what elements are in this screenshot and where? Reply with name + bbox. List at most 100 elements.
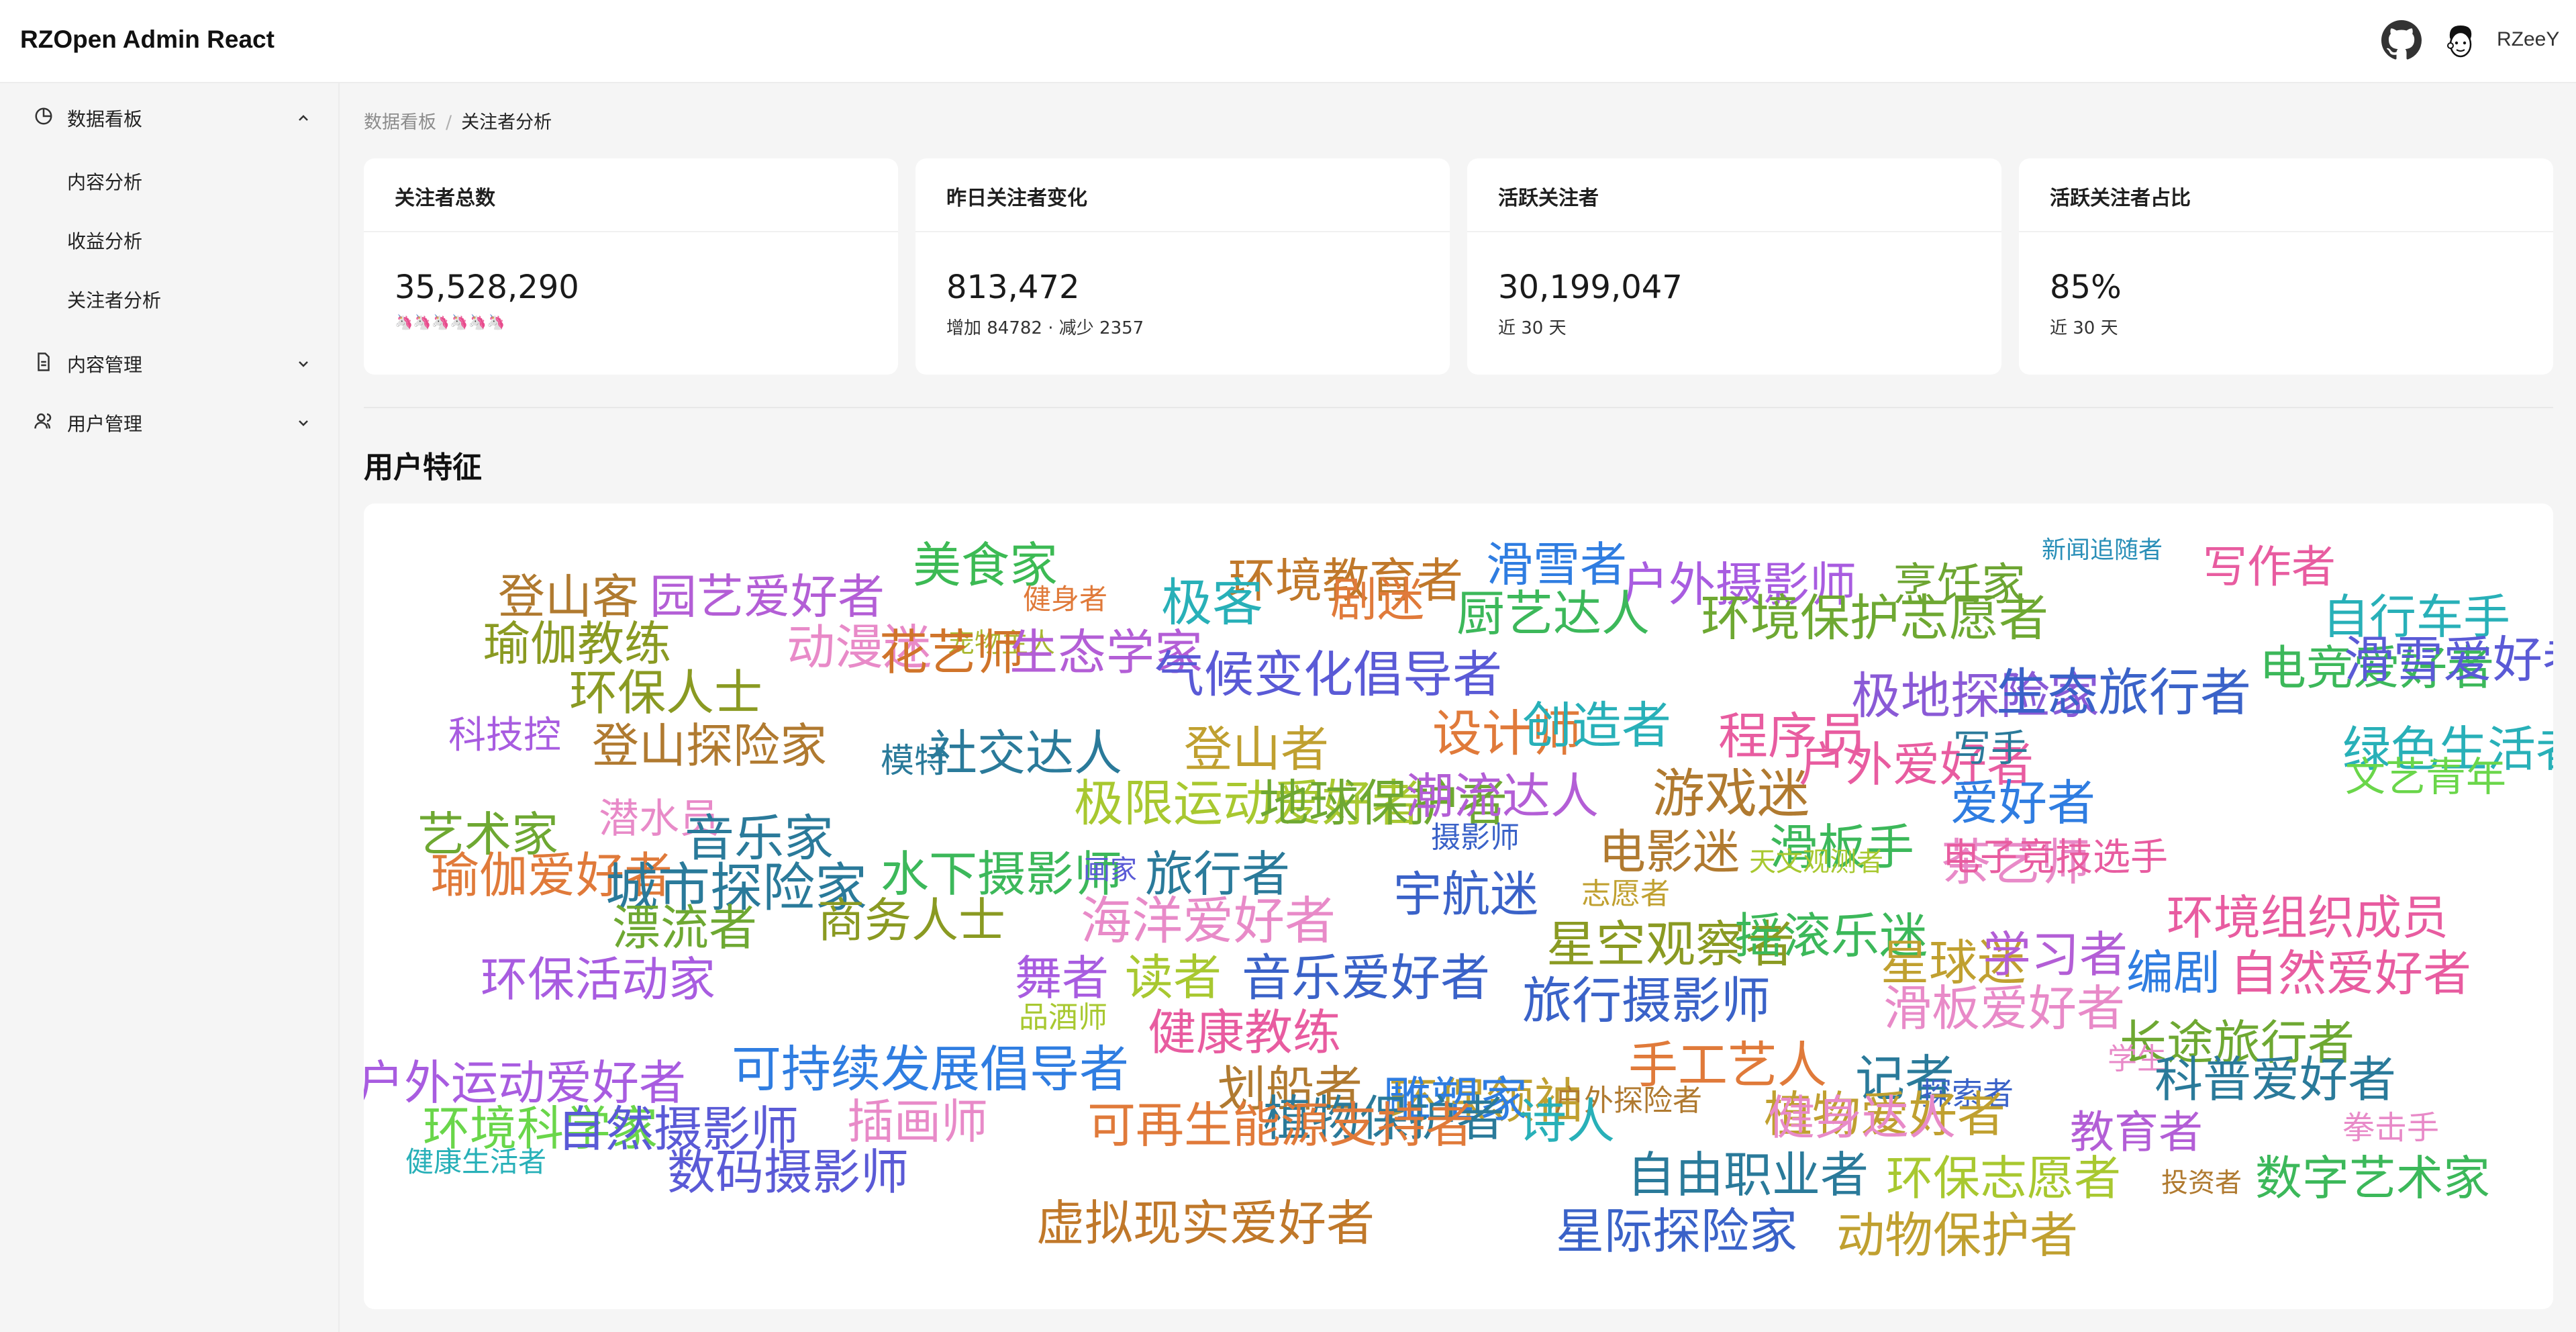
word-cloud-word: 拳击手 [2342,1109,2440,1147]
stat-card-value: 813,472 [946,269,1080,306]
word-cloud-word: 手工艺人 [1628,1037,1827,1094]
sidebar-item-label: 用户管理 [67,413,143,435]
word-cloud-word: 环保人士 [569,665,763,721]
stat-card-active-followers: 活跃关注者 30,199,047 近 30 天 [1467,158,2001,375]
word-cloud-word: 游戏迷 [1652,764,1810,824]
github-icon[interactable] [2381,20,2422,60]
word-cloud-word: 户外运动爱好者 [364,1055,686,1110]
word-cloud-word: 花艺师 [879,624,1025,681]
stat-card-subtext: 近 30 天 [2050,318,2118,338]
word-cloud-word: 音乐爱好者 [1242,949,1490,1007]
word-cloud-word: 天文观测者 [1749,847,1883,877]
users-icon [34,411,54,431]
word-cloud-word: 电影迷 [1599,824,1740,879]
breadcrumb-separator: / [446,112,452,133]
chevron-up-icon [295,109,311,125]
dashboard-icon [34,106,54,126]
section-title: 用户特征 [364,450,482,485]
word-cloud-word: 漂流者 [612,900,758,956]
sidebar [0,83,340,1332]
word-cloud: 美食家 环境教育者 滑雪者 户外摄影师 烹饪家 新闻追随者 写作者 登山客 园艺爱好者 健身者 极客… [364,504,2553,1309]
word-cloud-word: 编剧 [2126,945,2220,1000]
word-cloud-word: 环境组织成员 [2167,890,2448,945]
stat-card-title: 活跃关注者占比 [2019,158,2553,232]
word-cloud-word: 志愿者 [1581,877,1670,911]
word-cloud-word: 新闻追随者 [2042,536,2163,564]
word-cloud-word: 学习者 [1983,926,2128,983]
word-cloud-word: 舞者 [1015,951,1109,1006]
word-cloud-word: 读者 [1125,949,1222,1006]
word-cloud-word: 爱好者 [1950,775,2096,831]
word-cloud-word: 健康教练 [1148,1004,1342,1061]
word-cloud-word: 气候变化倡导者 [1154,646,1502,704]
word-cloud-word: 登山客 [498,569,639,624]
app-header: RZOpen Admin React RZeeY [0,0,2576,83]
word-cloud-word: 科技控 [448,714,561,757]
word-cloud-word: 滑雪者 [1486,537,1627,592]
word-cloud-word: 诗人 [1518,1093,1616,1149]
chevron-down-icon [295,414,311,430]
word-cloud-word: 数码摄影师 [667,1144,909,1200]
app-brand[interactable]: RZOpen Admin React [20,26,275,54]
sidebar-item-label: 数据看板 [67,108,143,130]
breadcrumb-root[interactable]: 数据看板 [364,112,436,133]
chevron-down-icon [295,354,311,371]
word-cloud-word: 健康生活者 [405,1145,547,1178]
stat-card-title: 昨日关注者变化 [915,158,1450,232]
username[interactable]: RZeeY [2497,28,2559,51]
stat-card-title: 活跃关注者 [1467,158,2001,232]
word-cloud-word: 可持续发展倡导者 [732,1041,1129,1098]
word-cloud-word: 自然爱好者 [2230,945,2472,1002]
word-cloud-word: 瑜伽教练 [483,616,671,671]
word-cloud-word: 自由职业者 [1627,1147,1869,1203]
stat-card-value: 85% [2050,269,2122,306]
avatar[interactable] [2440,20,2481,60]
word-cloud-word: 写作者 [2203,541,2336,593]
section-divider [364,407,2553,408]
word-cloud-word: 摄影师 [1431,820,1520,855]
word-cloud-word: 剧迷 [1330,572,1424,627]
breadcrumb: 数据看板 / 关注者分析 [364,107,552,134]
word-cloud-word: 教育者 [2070,1106,2203,1158]
word-cloud-word: 登山者 [1184,721,1330,777]
word-cloud-word: 环境保护志愿者 [1701,589,2048,647]
sidebar-subitem-revenue-analysis[interactable]: 收益分析 [67,227,142,254]
stat-card-value: 35,528,290 [395,269,579,306]
sidebar-subitem-content-analysis[interactable]: 内容分析 [67,168,142,195]
word-cloud-word: 动物保护者 [1836,1207,2079,1264]
word-cloud-word: 投资者 [2161,1168,2242,1198]
word-cloud-word: 健身者 [1023,583,1108,616]
word-cloud-word: 园艺爱好者 [650,569,885,624]
sidebar-item-user-management[interactable]: 用户管理 [0,395,338,448]
word-cloud-word: 旅行摄影师 [1522,972,1771,1030]
word-cloud-word: 音乐家 [685,810,834,867]
stat-card-subtext: 🦄🦄🦄🦄🦄🦄 [395,314,505,331]
word-cloud-word: 品酒师 [1019,1000,1107,1035]
sidebar-item-dashboard[interactable]: 数据看板 [0,90,338,144]
stat-card-title: 关注者总数 [364,158,898,232]
word-cloud-word: 数字艺术家 [2255,1151,2490,1206]
breadcrumb-current: 关注者分析 [461,112,552,133]
word-cloud-word: 环保活动家 [481,952,715,1007]
word-cloud-word: 电子竞技选手 [1942,836,2168,879]
stat-card-value: 30,199,047 [1498,269,1683,306]
word-cloud-word: 虚拟现实爱好者 [1036,1195,1375,1251]
word-cloud-word: 生态旅行者 [1996,663,2251,722]
sidebar-item-content-management[interactable]: 内容管理 [0,336,338,389]
word-cloud-word: 星际探险家 [1556,1203,1798,1259]
word-cloud-word: 商务人士 [818,893,1005,948]
word-cloud-word: 环保志愿者 [1886,1151,2121,1206]
word-cloud-word: 画家 [1083,855,1137,886]
stat-card-subtext: 增加 84782 · 减少 2357 [946,318,1144,338]
word-cloud-word: 极客 [1161,573,1263,632]
word-cloud-word: 健身达人 [1768,1090,1956,1145]
word-cloud-word: 可再生能源支持者 [1087,1097,1475,1153]
word-cloud-word: 登山探险家 [592,718,827,773]
word-cloud-word: 厨艺达人 [1456,585,1650,642]
word-cloud-word: 潮流达人 [1405,768,1599,824]
word-cloud-word: 文艺青年 [2345,754,2506,801]
sidebar-subitem-follower-analysis[interactable]: 关注者分析 [67,286,161,313]
word-cloud-word: 海洋爱好者 [1081,891,1336,951]
word-cloud-word: 滑板爱好者 [1883,980,2126,1037]
stat-card-subtext: 近 30 天 [1498,318,1567,338]
